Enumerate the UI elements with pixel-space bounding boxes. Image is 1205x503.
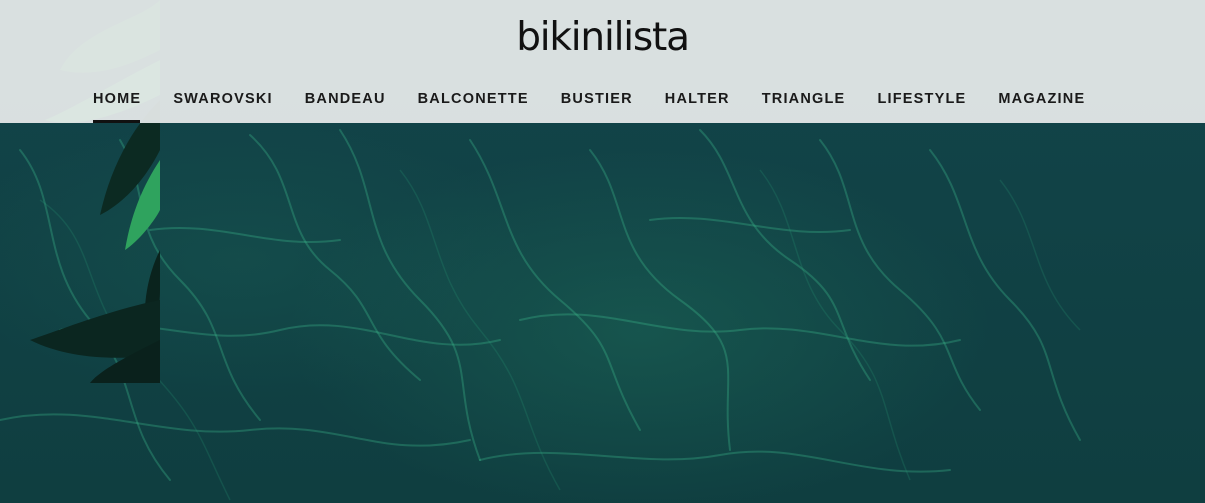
nav-item-halter[interactable]: HALTER bbox=[665, 88, 730, 123]
main-nav: HOME SWAROVSKI BANDEAU BALCONETTE BUSTIE… bbox=[93, 88, 1085, 123]
nav-item-balconette[interactable]: BALCONETTE bbox=[418, 88, 529, 123]
nav-item-triangle[interactable]: TRIANGLE bbox=[762, 88, 846, 123]
nav-item-bustier[interactable]: BUSTIER bbox=[561, 88, 633, 123]
nav-item-home[interactable]: HOME bbox=[93, 88, 141, 123]
nav-item-lifestyle[interactable]: LIFESTYLE bbox=[877, 88, 966, 123]
site-logo[interactable]: bikinilista bbox=[0, 14, 1205, 62]
site-header: bikinilista HOME SWAROVSKI BANDEAU BALCO… bbox=[0, 0, 1205, 123]
nav-item-bandeau[interactable]: BANDEAU bbox=[305, 88, 386, 123]
nav-item-magazine[interactable]: MAGAZINE bbox=[998, 88, 1085, 123]
nav-item-swarovski[interactable]: SWAROVSKI bbox=[173, 88, 272, 123]
page: bikinilista HOME SWAROVSKI BANDEAU BALCO… bbox=[0, 0, 1205, 503]
